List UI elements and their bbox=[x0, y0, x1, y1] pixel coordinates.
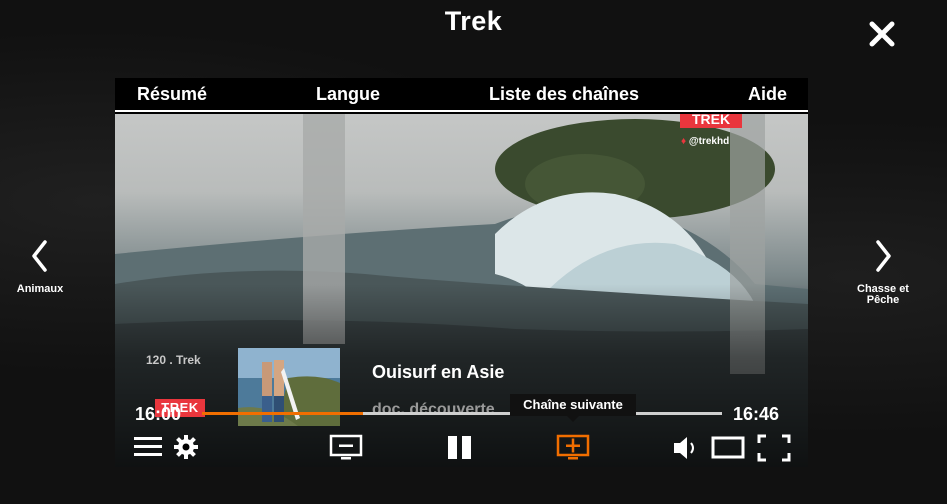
channel-up-icon bbox=[556, 434, 590, 460]
progress-fill bbox=[202, 412, 364, 415]
next-channel-tooltip: Chaîne suivante bbox=[510, 394, 636, 422]
previous-channel-button[interactable] bbox=[329, 434, 363, 467]
menu-channel-list[interactable]: Liste des chaînes bbox=[489, 84, 639, 105]
gear-icon bbox=[174, 435, 198, 459]
aspect-ratio-icon bbox=[711, 436, 745, 459]
close-icon bbox=[869, 21, 895, 47]
watermark-handle-text: @trekhd bbox=[688, 136, 730, 147]
end-time: 16:46 bbox=[733, 404, 780, 424]
settings-button[interactable] bbox=[173, 434, 199, 465]
pause-button[interactable] bbox=[446, 434, 474, 467]
next-channel-label: Chasse et Pêche bbox=[857, 283, 909, 306]
close-button[interactable] bbox=[866, 18, 898, 50]
video-player: Résumé Langue Liste des chaînes Aide TRE… bbox=[115, 78, 808, 467]
aspect-ratio-button[interactable] bbox=[711, 434, 745, 467]
player-menu-bar: Résumé Langue Liste des chaînes Aide bbox=[115, 78, 808, 112]
menu-help[interactable]: Aide bbox=[748, 84, 787, 105]
chevron-left-icon bbox=[32, 240, 47, 272]
menu-icon bbox=[134, 437, 162, 456]
page-title: Trek bbox=[444, 6, 503, 36]
pause-icon bbox=[448, 436, 471, 459]
next-channel-nav[interactable]: Chasse et Pêche bbox=[840, 238, 926, 306]
channel-down-icon bbox=[329, 434, 363, 460]
menu-button[interactable] bbox=[133, 434, 163, 465]
start-time: 16:00 bbox=[135, 404, 182, 424]
watermark-logo: TREK bbox=[680, 114, 742, 128]
progress-bar[interactable] bbox=[202, 412, 722, 415]
chevron-right-icon bbox=[876, 240, 891, 272]
previous-channel-label: Animaux bbox=[16, 283, 64, 295]
fullscreen-icon bbox=[757, 434, 791, 462]
menu-language[interactable]: Langue bbox=[316, 84, 380, 105]
channel-number: 120 . Trek bbox=[146, 353, 201, 367]
menu-summary[interactable]: Résumé bbox=[137, 84, 207, 105]
previous-channel-nav[interactable]: Animaux bbox=[0, 238, 80, 295]
twitter-icon: ♦ bbox=[681, 136, 687, 147]
program-genre: doc. découverte bbox=[372, 401, 495, 418]
program-title: Ouisurf en Asie bbox=[372, 362, 505, 382]
volume-button[interactable] bbox=[672, 434, 700, 467]
fullscreen-button[interactable] bbox=[757, 434, 791, 467]
watermark-handle: ♦ @trekhd bbox=[681, 136, 729, 147]
volume-icon bbox=[674, 437, 694, 459]
next-channel-button[interactable] bbox=[556, 434, 590, 467]
